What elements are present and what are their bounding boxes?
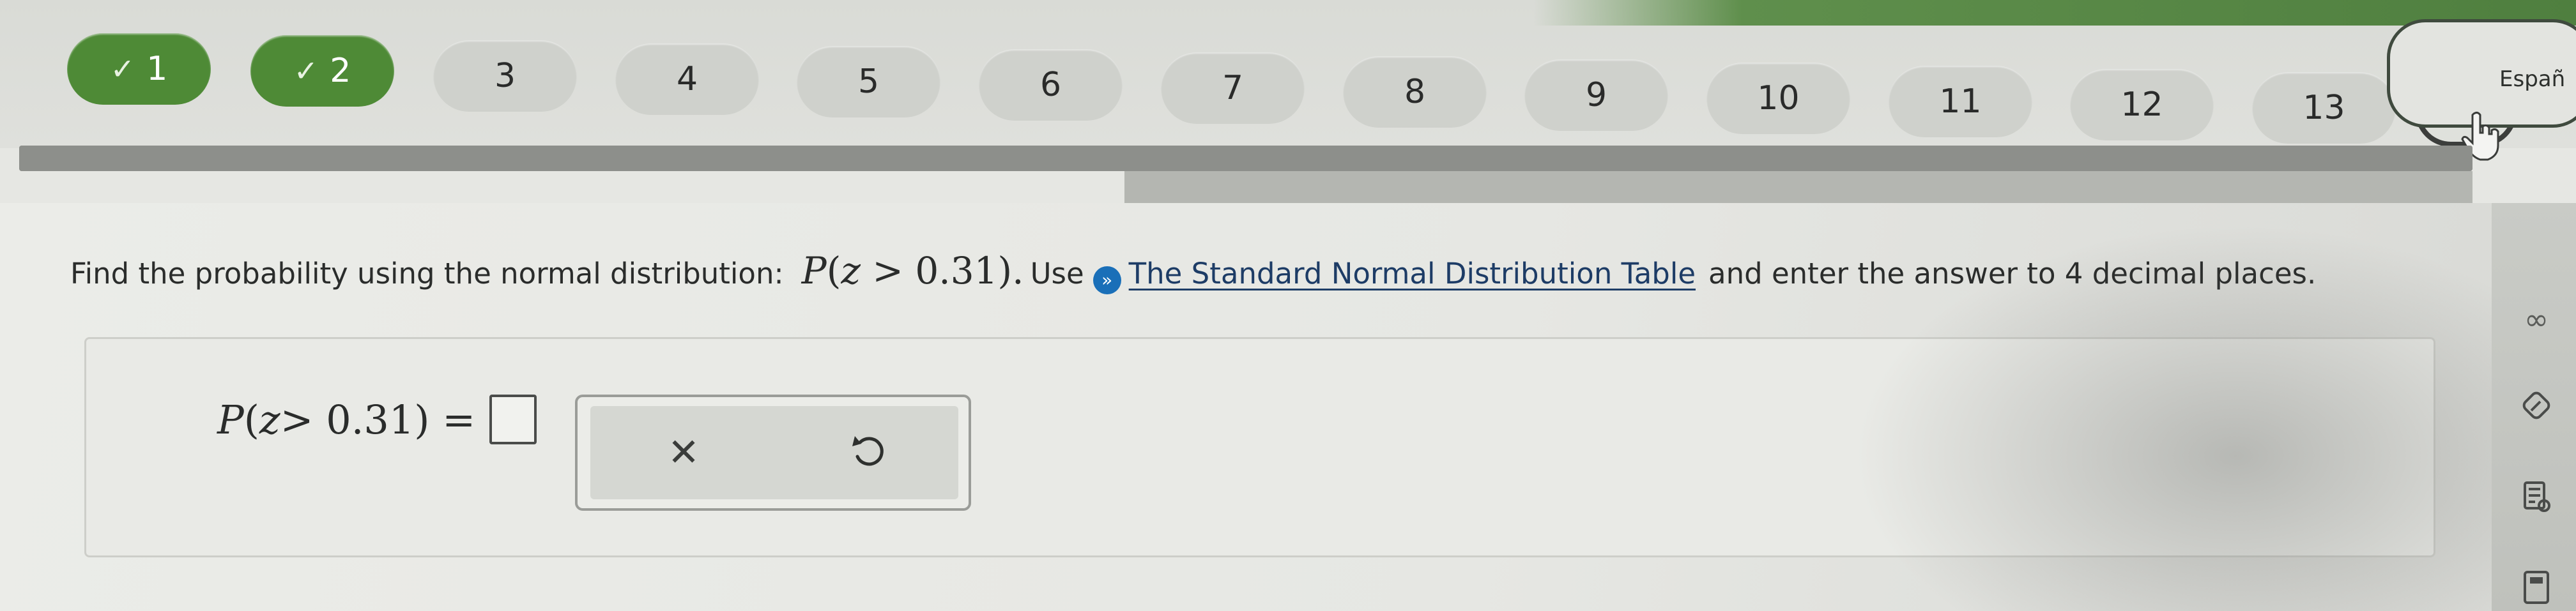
prompt-lead: Find the probability using the normal di… (70, 257, 784, 290)
close-icon: ✕ (667, 430, 700, 475)
question-prompt: Find the probability using the normal di… (70, 249, 2317, 294)
question-13-button[interactable]: 13 (2252, 72, 2396, 144)
question-number: 8 (1404, 73, 1426, 111)
eq-rest: > 0.31) = (280, 396, 476, 443)
use-word: Use (1030, 257, 1084, 290)
question-7-button[interactable]: 7 (1161, 52, 1305, 124)
eq-p: P (217, 396, 244, 443)
language-label[interactable]: Españ (2499, 66, 2565, 92)
math-open: ( (826, 249, 841, 292)
progress-fill (19, 146, 2472, 171)
answer-input[interactable] (489, 395, 537, 444)
question-number: 1 (146, 50, 168, 88)
probability-expression: P(z > 0.31). (802, 249, 1024, 292)
calculator-icon[interactable] (2517, 568, 2556, 607)
notes-icon[interactable] (2517, 478, 2556, 516)
math-p: P (801, 249, 827, 292)
question-5-button[interactable]: 5 (797, 46, 940, 117)
checkmark-icon: ✓ (110, 52, 135, 86)
question-number: 5 (857, 63, 880, 101)
question-9-button[interactable]: 9 (1524, 59, 1668, 131)
question-number: 4 (676, 60, 698, 98)
checkmark-icon: ✓ (293, 54, 319, 88)
answer-card (84, 337, 2435, 557)
question-number: 6 (1039, 66, 1062, 104)
math-rel: > 0.31 (860, 249, 998, 292)
question-3-button[interactable]: 3 (433, 40, 577, 112)
question-6-button[interactable]: 6 (979, 49, 1123, 121)
undo-icon (852, 436, 884, 466)
question-12-button[interactable]: 12 (2070, 69, 2214, 140)
eq-var: z (259, 396, 280, 443)
question-11-button[interactable]: 11 (1889, 66, 2032, 137)
question-2-button[interactable]: ✓ 2 (250, 35, 394, 107)
undo-button[interactable] (821, 411, 917, 494)
question-10-button[interactable]: 10 (1706, 63, 1850, 134)
question-number: 7 (1222, 69, 1244, 107)
clear-button[interactable]: ✕ (636, 411, 732, 494)
math-close: ). (997, 249, 1024, 292)
prompt-tail: and enter the answer to 4 decimal places… (1708, 257, 2317, 290)
question-4-button[interactable]: 4 (615, 43, 759, 115)
question-8-button[interactable]: 8 (1343, 56, 1487, 128)
question-number: 12 (2120, 86, 2163, 124)
question-number: 2 (330, 52, 351, 90)
eq-open: ( (243, 396, 259, 443)
answer-equation: P(z > 0.31) = (217, 395, 537, 444)
question-1-button[interactable]: ✓ 1 (67, 33, 211, 105)
question-number: 13 (2303, 89, 2345, 127)
question-number: 9 (1585, 76, 1607, 114)
question-number: 10 (1757, 79, 1800, 117)
info-icon[interactable]: » (1092, 266, 1121, 294)
normal-table-link[interactable]: The Standard Normal Distribution Table (1129, 257, 1696, 290)
question-number: 3 (494, 57, 516, 95)
question-number: 11 (1939, 82, 1982, 121)
edit-icon[interactable] (2517, 386, 2556, 425)
progress-shadow (1124, 171, 2472, 203)
math-var: z (841, 249, 861, 292)
infinity-icon[interactable]: ∞ (2517, 300, 2556, 338)
progress-bar (19, 146, 2472, 171)
